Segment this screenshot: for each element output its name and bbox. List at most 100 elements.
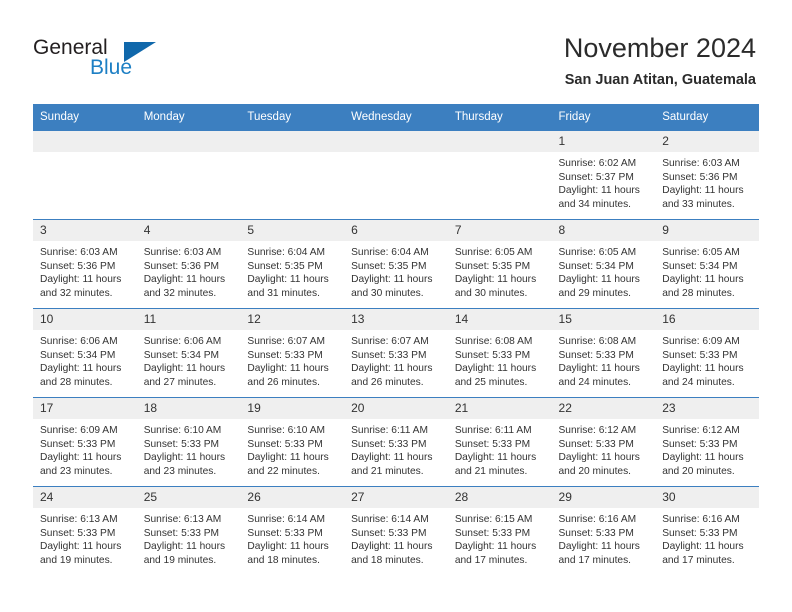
sunset-text: Sunset: 5:33 PM — [558, 527, 634, 539]
calendar-cell-empty — [240, 130, 345, 220]
calendar-cell-empty — [33, 130, 137, 220]
calendar-day-cell[interactable]: 25 Sunrise: 6:13 AM Sunset: 5:33 PM Dayligh… — [136, 486, 241, 575]
daylight-text: and 24 minutes. — [662, 376, 735, 388]
sunrise-text: Sunrise: 6:11 AM — [454, 425, 532, 436]
day-number: 14 — [447, 309, 552, 330]
calendar-day-cell[interactable]: 10 Sunrise: 6:06 AM Sunset: 5:34 PM Dayligh… — [33, 308, 137, 398]
day-details: Sunrise: 6:13 AM Sunset: 5:33 PM Daylight:… — [33, 508, 137, 567]
calendar-day-cell[interactable]: 19 Sunrise: 6:10 AM Sunset: 5:33 PM Dayligh… — [240, 397, 345, 487]
day-number: 28 — [447, 487, 552, 508]
calendar-day-cell[interactable]: 28 Sunrise: 6:15 AM Sunset: 5:33 PM Dayligh… — [447, 486, 552, 575]
sunrise-text: Sunrise: 6:02 AM — [558, 158, 637, 169]
calendar-day-cell[interactable]: 12 Sunrise: 6:07 AM Sunset: 5:33 PM Dayligh… — [240, 308, 345, 398]
daylight-text: Daylight: 11 hours — [454, 363, 537, 375]
calendar-day-cell[interactable]: 3 Sunrise: 6:03 AM Sunset: 5:36 PM Daylight… — [33, 219, 137, 309]
calendar-day-cell[interactable]: 23 Sunrise: 6:12 AM Sunset: 5:33 PM Dayligh… — [655, 397, 759, 487]
calendar-day-cell[interactable]: 18 Sunrise: 6:10 AM Sunset: 5:33 PM Dayligh… — [136, 397, 241, 487]
daylight-text: Daylight: 11 hours — [454, 541, 537, 553]
sunrise-text: Sunrise: 6:08 AM — [454, 336, 533, 347]
day-number: 21 — [447, 398, 552, 419]
calendar-day-cell[interactable]: 14 Sunrise: 6:08 AM Sunset: 5:33 PM Dayligh… — [447, 308, 552, 398]
day-details: Sunrise: 6:10 AM Sunset: 5:33 PM Daylight:… — [240, 419, 344, 478]
daylight-text: and 24 minutes. — [558, 376, 632, 388]
sunset-text: Sunset: 5:33 PM — [662, 527, 738, 539]
sunrise-text: Sunrise: 6:03 AM — [662, 158, 740, 169]
daylight-text: and 32 minutes. — [143, 287, 217, 299]
sunset-text: Sunset: 5:33 PM — [662, 349, 738, 361]
daylight-text: and 30 minutes. — [351, 287, 424, 299]
daylight-text: Daylight: 11 hours — [662, 185, 744, 197]
calendar-day-cell[interactable]: 4 Sunrise: 6:03 AM Sunset: 5:36 PM Daylight… — [136, 219, 241, 309]
daylight-text: Daylight: 11 hours — [247, 363, 329, 375]
title-block: November 2024 San Juan Atitan, Guatemala — [564, 32, 756, 90]
calendar-day-cell[interactable]: 30 Sunrise: 6:16 AM Sunset: 5:33 PM Dayligh… — [655, 486, 759, 575]
sunrise-text: Sunrise: 6:05 AM — [454, 247, 533, 258]
day-details: Sunrise: 6:09 AM Sunset: 5:33 PM Daylight:… — [655, 330, 759, 389]
calendar-day-cell[interactable]: 24 Sunrise: 6:13 AM Sunset: 5:33 PM Dayligh… — [33, 486, 137, 575]
calendar-day-cell[interactable]: 17 Sunrise: 6:09 AM Sunset: 5:33 PM Dayligh… — [33, 397, 137, 487]
daylight-text: Daylight: 11 hours — [662, 274, 744, 286]
calendar-day-cell[interactable]: 9 Sunrise: 6:05 AM Sunset: 5:34 PM Daylight… — [655, 219, 759, 309]
calendar-day-cell[interactable]: 11 Sunrise: 6:06 AM Sunset: 5:34 PM Dayligh… — [136, 308, 241, 398]
calendar-day-cell[interactable]: 27 Sunrise: 6:14 AM Sunset: 5:33 PM Dayligh… — [344, 486, 448, 575]
calendar-day-cell[interactable]: 13 Sunrise: 6:07 AM Sunset: 5:33 PM Dayligh… — [344, 308, 448, 398]
day-number: 17 — [33, 398, 137, 419]
day-details: Sunrise: 6:06 AM Sunset: 5:34 PM Daylight:… — [33, 330, 137, 389]
calendar-day-cell[interactable]: 22 Sunrise: 6:12 AM Sunset: 5:33 PM Dayligh… — [551, 397, 656, 487]
calendar-day-cell[interactable]: 2 Sunrise: 6:03 AM Sunset: 5:36 PM Daylight… — [655, 130, 759, 220]
sunset-text: Sunset: 5:36 PM — [143, 260, 220, 272]
daylight-text: Daylight: 11 hours — [247, 541, 329, 553]
day-number: 30 — [655, 487, 759, 508]
day-number: 23 — [655, 398, 759, 419]
calendar-day-cell[interactable]: 15 Sunrise: 6:08 AM Sunset: 5:33 PM Dayligh… — [551, 308, 656, 398]
day-details: Sunrise: 6:09 AM Sunset: 5:33 PM Daylight:… — [33, 419, 137, 478]
day-details: Sunrise: 6:03 AM Sunset: 5:36 PM Daylight:… — [137, 241, 241, 300]
daylight-text: Daylight: 11 hours — [247, 452, 329, 464]
daylight-text: Daylight: 11 hours — [143, 452, 226, 464]
weekday-header-wednesday: Wednesday — [344, 104, 448, 131]
day-details: Sunrise: 6:16 AM Sunset: 5:33 PM Daylight:… — [655, 508, 759, 567]
daylight-text: and 27 minutes. — [143, 376, 217, 388]
sunset-text: Sunset: 5:34 PM — [662, 260, 738, 272]
day-number: 19 — [240, 398, 345, 419]
day-number: 16 — [655, 309, 759, 330]
day-number: 2 — [655, 131, 759, 152]
sunset-text: Sunset: 5:35 PM — [454, 260, 531, 272]
sunset-text: Sunset: 5:36 PM — [40, 260, 116, 272]
day-details: Sunrise: 6:03 AM Sunset: 5:36 PM Daylight:… — [33, 241, 137, 300]
general-blue-logo[interactable]: General Blue — [33, 36, 213, 84]
day-details: Sunrise: 6:14 AM Sunset: 5:33 PM Daylight:… — [344, 508, 448, 567]
daylight-text: and 18 minutes. — [351, 554, 424, 566]
daylight-text: Daylight: 11 hours — [662, 363, 744, 375]
calendar-day-cell[interactable]: 26 Sunrise: 6:14 AM Sunset: 5:33 PM Dayligh… — [240, 486, 345, 575]
sunrise-text: Sunrise: 6:03 AM — [143, 247, 222, 258]
sunrise-text: Sunrise: 6:07 AM — [351, 336, 429, 347]
daylight-text: Daylight: 11 hours — [351, 274, 433, 286]
calendar-day-cell[interactable]: 29 Sunrise: 6:16 AM Sunset: 5:33 PM Dayligh… — [551, 486, 656, 575]
calendar-day-cell[interactable]: 21 Sunrise: 6:11 AM Sunset: 5:33 PM Dayligh… — [447, 397, 552, 487]
day-number — [240, 131, 345, 152]
calendar-day-cell[interactable]: 16 Sunrise: 6:09 AM Sunset: 5:33 PM Dayligh… — [655, 308, 759, 398]
day-details: Sunrise: 6:05 AM Sunset: 5:35 PM Daylight:… — [448, 241, 552, 300]
daylight-text: and 32 minutes. — [40, 287, 113, 299]
day-details: Sunrise: 6:10 AM Sunset: 5:33 PM Daylight:… — [137, 419, 241, 478]
daylight-text: and 17 minutes. — [454, 554, 528, 566]
sunrise-text: Sunrise: 6:15 AM — [454, 514, 533, 525]
calendar-day-cell[interactable]: 5 Sunrise: 6:04 AM Sunset: 5:35 PM Daylight… — [240, 219, 345, 309]
calendar-day-cell[interactable]: 6 Sunrise: 6:04 AM Sunset: 5:35 PM Daylight… — [344, 219, 448, 309]
day-number: 9 — [655, 220, 759, 241]
sunrise-text: Sunrise: 6:14 AM — [247, 514, 325, 525]
day-details: Sunrise: 6:05 AM Sunset: 5:34 PM Daylight:… — [552, 241, 656, 300]
daylight-text: and 34 minutes. — [558, 198, 632, 210]
daylight-text: and 18 minutes. — [247, 554, 320, 566]
day-number: 13 — [344, 309, 448, 330]
daylight-text: and 20 minutes. — [662, 465, 735, 477]
weekday-header-sunday: Sunday — [33, 104, 137, 131]
calendar-day-cell[interactable]: 8 Sunrise: 6:05 AM Sunset: 5:34 PM Daylight… — [551, 219, 656, 309]
calendar-day-cell[interactable]: 7 Sunrise: 6:05 AM Sunset: 5:35 PM Daylight… — [447, 219, 552, 309]
sunset-text: Sunset: 5:33 PM — [351, 438, 427, 450]
sunset-text: Sunset: 5:33 PM — [40, 438, 116, 450]
day-details: Sunrise: 6:13 AM Sunset: 5:33 PM Daylight:… — [137, 508, 241, 567]
calendar-day-cell[interactable]: 1 Sunrise: 6:02 AM Sunset: 5:37 PM Daylight… — [551, 130, 656, 220]
calendar-day-cell[interactable]: 20 Sunrise: 6:11 AM Sunset: 5:33 PM Dayligh… — [344, 397, 448, 487]
